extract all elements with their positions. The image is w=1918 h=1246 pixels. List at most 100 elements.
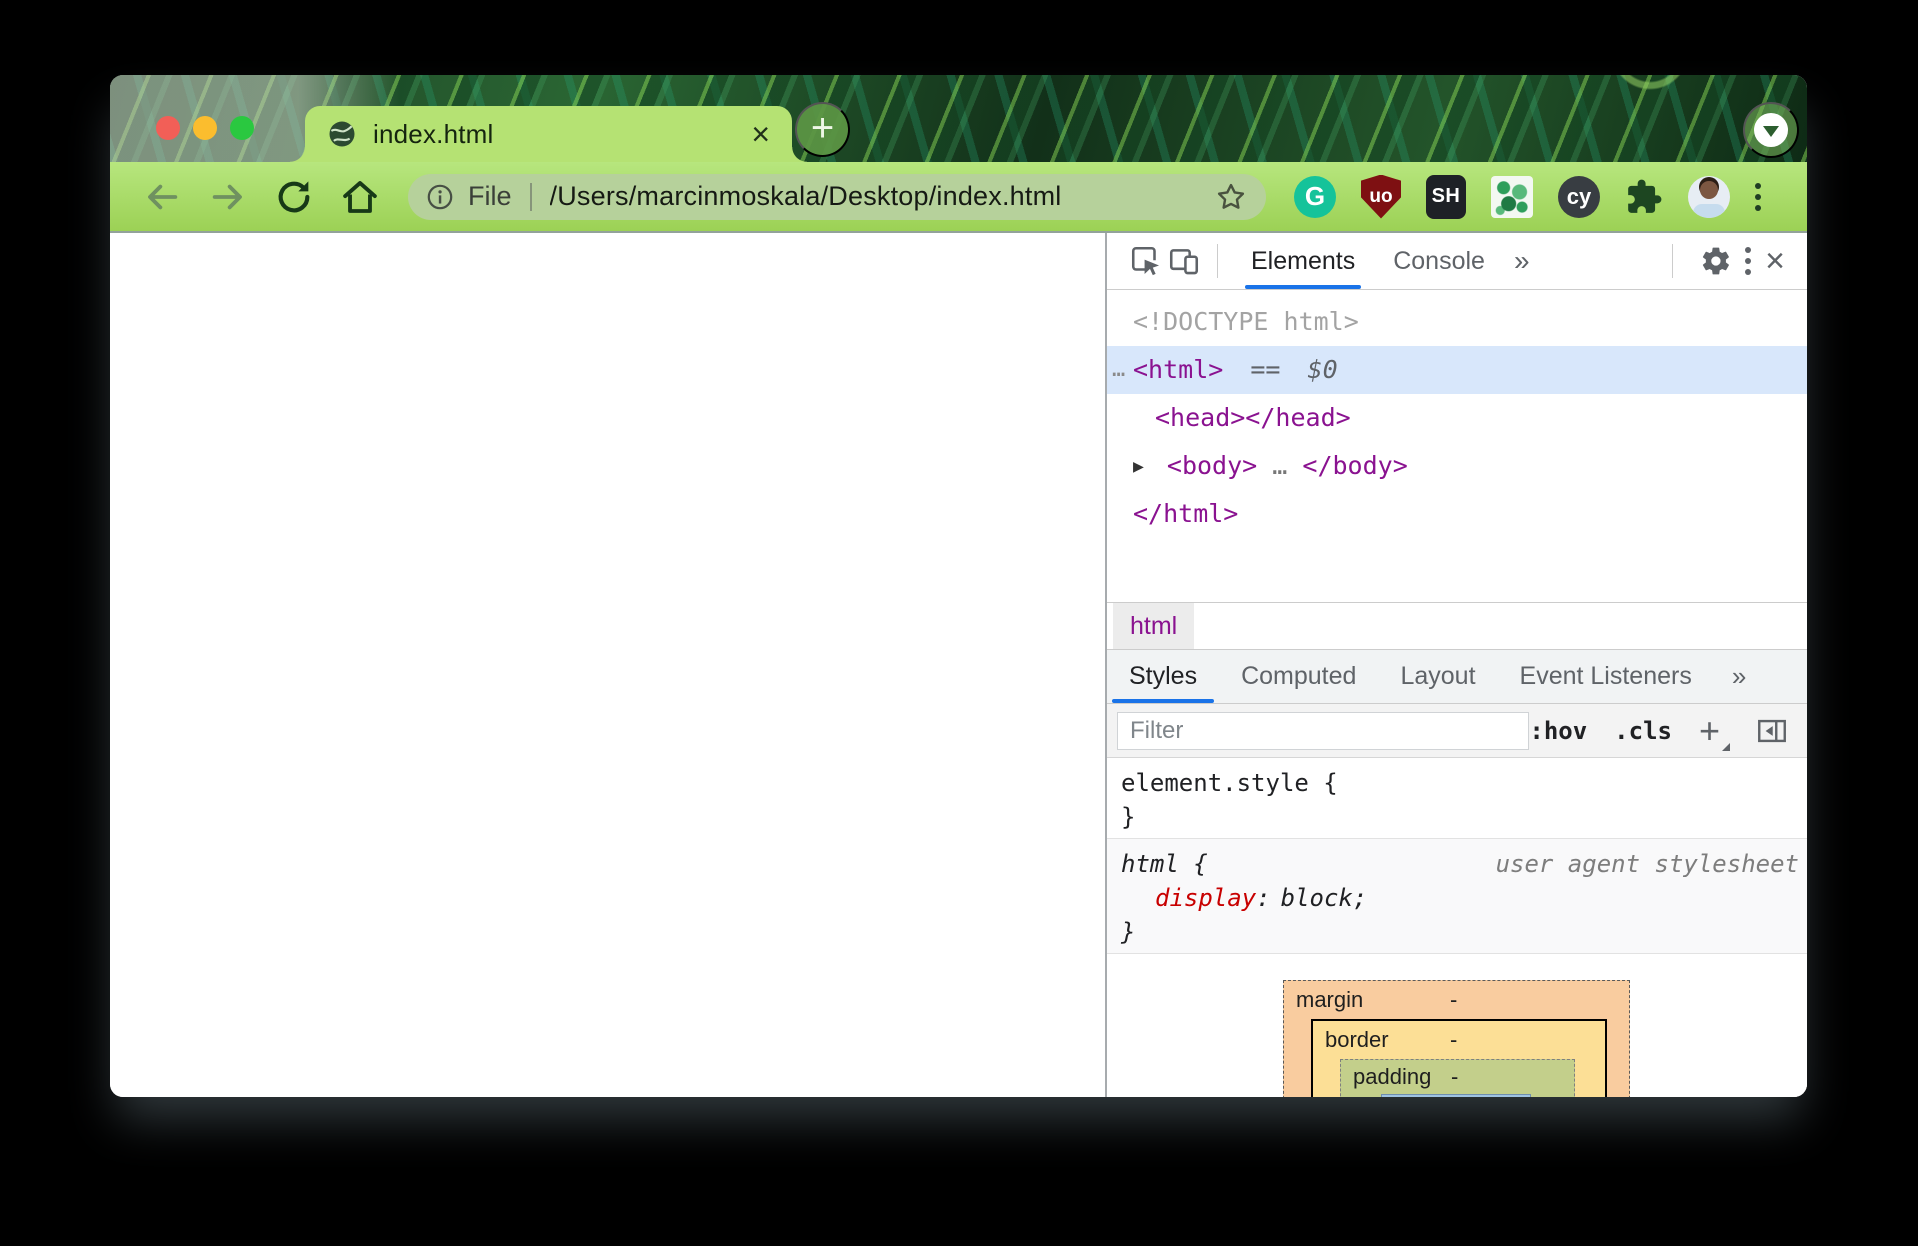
margin-value[interactable]: - <box>1450 987 1457 1013</box>
box-model-content[interactable] <box>1381 1094 1531 1097</box>
extension-row: G uo SH cy <box>1294 175 1761 219</box>
page-content <box>110 233 1105 1097</box>
stylesheet-origin: user agent stylesheet <box>1496 847 1799 881</box>
devtools-toolbar-right: × <box>1658 242 1789 280</box>
forward-arrow-icon <box>208 177 248 217</box>
home-button[interactable] <box>338 175 382 219</box>
new-style-rule-button[interactable]: + <box>1699 713 1726 749</box>
inspect-element-icon[interactable] <box>1127 242 1165 280</box>
plus-icon: + <box>811 108 834 148</box>
address-scheme-label: File <box>468 181 512 212</box>
tree-row-head[interactable]: <head></head> <box>1107 394 1807 442</box>
box-model-diagram: margin - border - padding <box>1283 980 1630 1097</box>
toggle-class-button[interactable]: .cls <box>1614 717 1672 745</box>
sh-extension-icon[interactable]: SH <box>1426 175 1466 219</box>
browser-toolbar: File /Users/marcinmoskala/Desktop/index.… <box>110 162 1807 233</box>
close-window-button[interactable] <box>156 116 180 140</box>
padding-label: padding <box>1353 1064 1431 1090</box>
address-path[interactable]: /Users/marcinmoskala/Desktop/index.html <box>550 181 1062 212</box>
styles-filter-bar: :hov .cls + <box>1107 704 1807 758</box>
tab-elements[interactable]: Elements <box>1232 233 1374 289</box>
devtools-menu-icon[interactable] <box>1745 247 1751 275</box>
grammarly-letter: G <box>1305 181 1325 212</box>
expand-triangle-icon[interactable]: ▶ <box>1133 456 1144 477</box>
new-tab-button[interactable]: + <box>795 102 850 157</box>
css-property[interactable]: display <box>1155 884 1256 912</box>
browser-menu-icon[interactable] <box>1755 183 1761 211</box>
home-icon <box>339 176 381 218</box>
filter-input[interactable] <box>1117 712 1529 750</box>
back-arrow-icon <box>142 177 182 217</box>
styles-pane: element.style { } html { user agent styl… <box>1107 758 1807 1097</box>
tab-title: index.html <box>373 119 494 150</box>
toolbar-separator <box>1217 244 1218 278</box>
border-label: border <box>1325 1027 1389 1053</box>
user-agent-rule[interactable]: html { user agent stylesheet display:blo… <box>1107 839 1807 954</box>
devtools-close-icon[interactable]: × <box>1761 244 1789 278</box>
tab-close-icon[interactable]: × <box>751 118 770 150</box>
overflow-dots-icon: … <box>1112 346 1122 394</box>
devtools-panel: Elements Console » <box>1105 233 1807 1097</box>
bookmark-star-icon[interactable] <box>1214 180 1248 214</box>
ublock-letters: uo <box>1369 186 1392 208</box>
reload-button[interactable] <box>272 175 316 219</box>
breadcrumb-bar: html <box>1107 602 1807 650</box>
globe-favicon-icon <box>327 119 357 149</box>
settings-gear-icon[interactable] <box>1697 242 1735 280</box>
toggle-hover-state-button[interactable]: :hov <box>1529 717 1587 745</box>
tab-bar: index.html × + <box>110 75 1807 162</box>
address-bar[interactable]: File /Users/marcinmoskala/Desktop/index.… <box>408 174 1266 220</box>
tab-event-listeners[interactable]: Event Listeners <box>1498 650 1714 703</box>
tab-layout[interactable]: Layout <box>1378 650 1497 703</box>
toolbar-separator <box>1672 244 1673 278</box>
profile-avatar[interactable] <box>1688 176 1730 218</box>
sh-letters: SH <box>1432 185 1461 208</box>
rule-selector[interactable]: html { <box>1121 847 1208 881</box>
ublock-extension-icon[interactable]: uo <box>1361 175 1401 219</box>
filter-actions: :hov .cls + <box>1529 712 1791 750</box>
rule-close-line: } <box>1121 915 1807 949</box>
more-tabs-icon[interactable]: » <box>1504 245 1540 277</box>
box-model-margin[interactable]: margin - border - padding <box>1283 980 1630 1097</box>
tab-console[interactable]: Console <box>1374 233 1504 289</box>
tree-row-body[interactable]: ▶ <body> … </body> <box>1107 442 1807 490</box>
back-button[interactable] <box>140 175 184 219</box>
margin-label: margin <box>1296 987 1363 1013</box>
minimize-window-button[interactable] <box>193 116 217 140</box>
rule-close-line: } <box>1121 800 1807 834</box>
tab-search-button[interactable] <box>1743 102 1799 158</box>
device-toolbar-icon[interactable] <box>1165 242 1203 280</box>
more-sidebar-tabs-icon[interactable]: » <box>1720 650 1758 703</box>
breadcrumb-html[interactable]: html <box>1113 603 1194 649</box>
cy-letters: cy <box>1567 184 1591 210</box>
element-style-rule[interactable]: element.style { } <box>1107 758 1807 839</box>
browser-tab[interactable]: index.html × <box>305 106 792 162</box>
extensions-puzzle-icon[interactable] <box>1625 178 1663 216</box>
box-model-padding[interactable]: padding - <box>1340 1059 1575 1097</box>
tree-row-doctype[interactable]: <!DOCTYPE html> <box>1107 298 1807 346</box>
forward-button[interactable] <box>206 175 250 219</box>
leaf-pattern-extension-icon[interactable] <box>1491 176 1533 218</box>
box-model-border[interactable]: border - padding - <box>1311 1019 1607 1097</box>
elements-tree: <!DOCTYPE html> … <html> == $0 <head></h… <box>1107 290 1807 602</box>
address-divider <box>530 183 532 211</box>
window-controls <box>156 116 254 140</box>
padding-value[interactable]: - <box>1451 1064 1458 1090</box>
browser-window: index.html × + <box>110 75 1807 1097</box>
tab-styles[interactable]: Styles <box>1107 650 1219 703</box>
devtools-toolbar: Elements Console » <box>1107 233 1807 290</box>
info-icon[interactable] <box>426 183 454 211</box>
tab-computed[interactable]: Computed <box>1219 650 1378 703</box>
css-value[interactable]: block; <box>1281 884 1368 912</box>
zoom-window-button[interactable] <box>230 116 254 140</box>
grammarly-extension-icon[interactable]: G <box>1294 176 1336 218</box>
window-content: Elements Console » <box>110 233 1807 1097</box>
rule-selector-line[interactable]: element.style { <box>1121 766 1807 800</box>
border-value[interactable]: - <box>1450 1027 1457 1053</box>
toggle-sidebar-icon[interactable] <box>1753 712 1791 750</box>
css-declaration[interactable]: display:block; <box>1121 881 1807 915</box>
sidebar-tabs: Styles Computed Layout Event Listeners » <box>1107 650 1807 704</box>
cypress-extension-icon[interactable]: cy <box>1558 176 1600 218</box>
tree-row-html-close[interactable]: </html> <box>1107 490 1807 538</box>
tree-row-html-selected[interactable]: … <html> == $0 <box>1107 346 1807 394</box>
